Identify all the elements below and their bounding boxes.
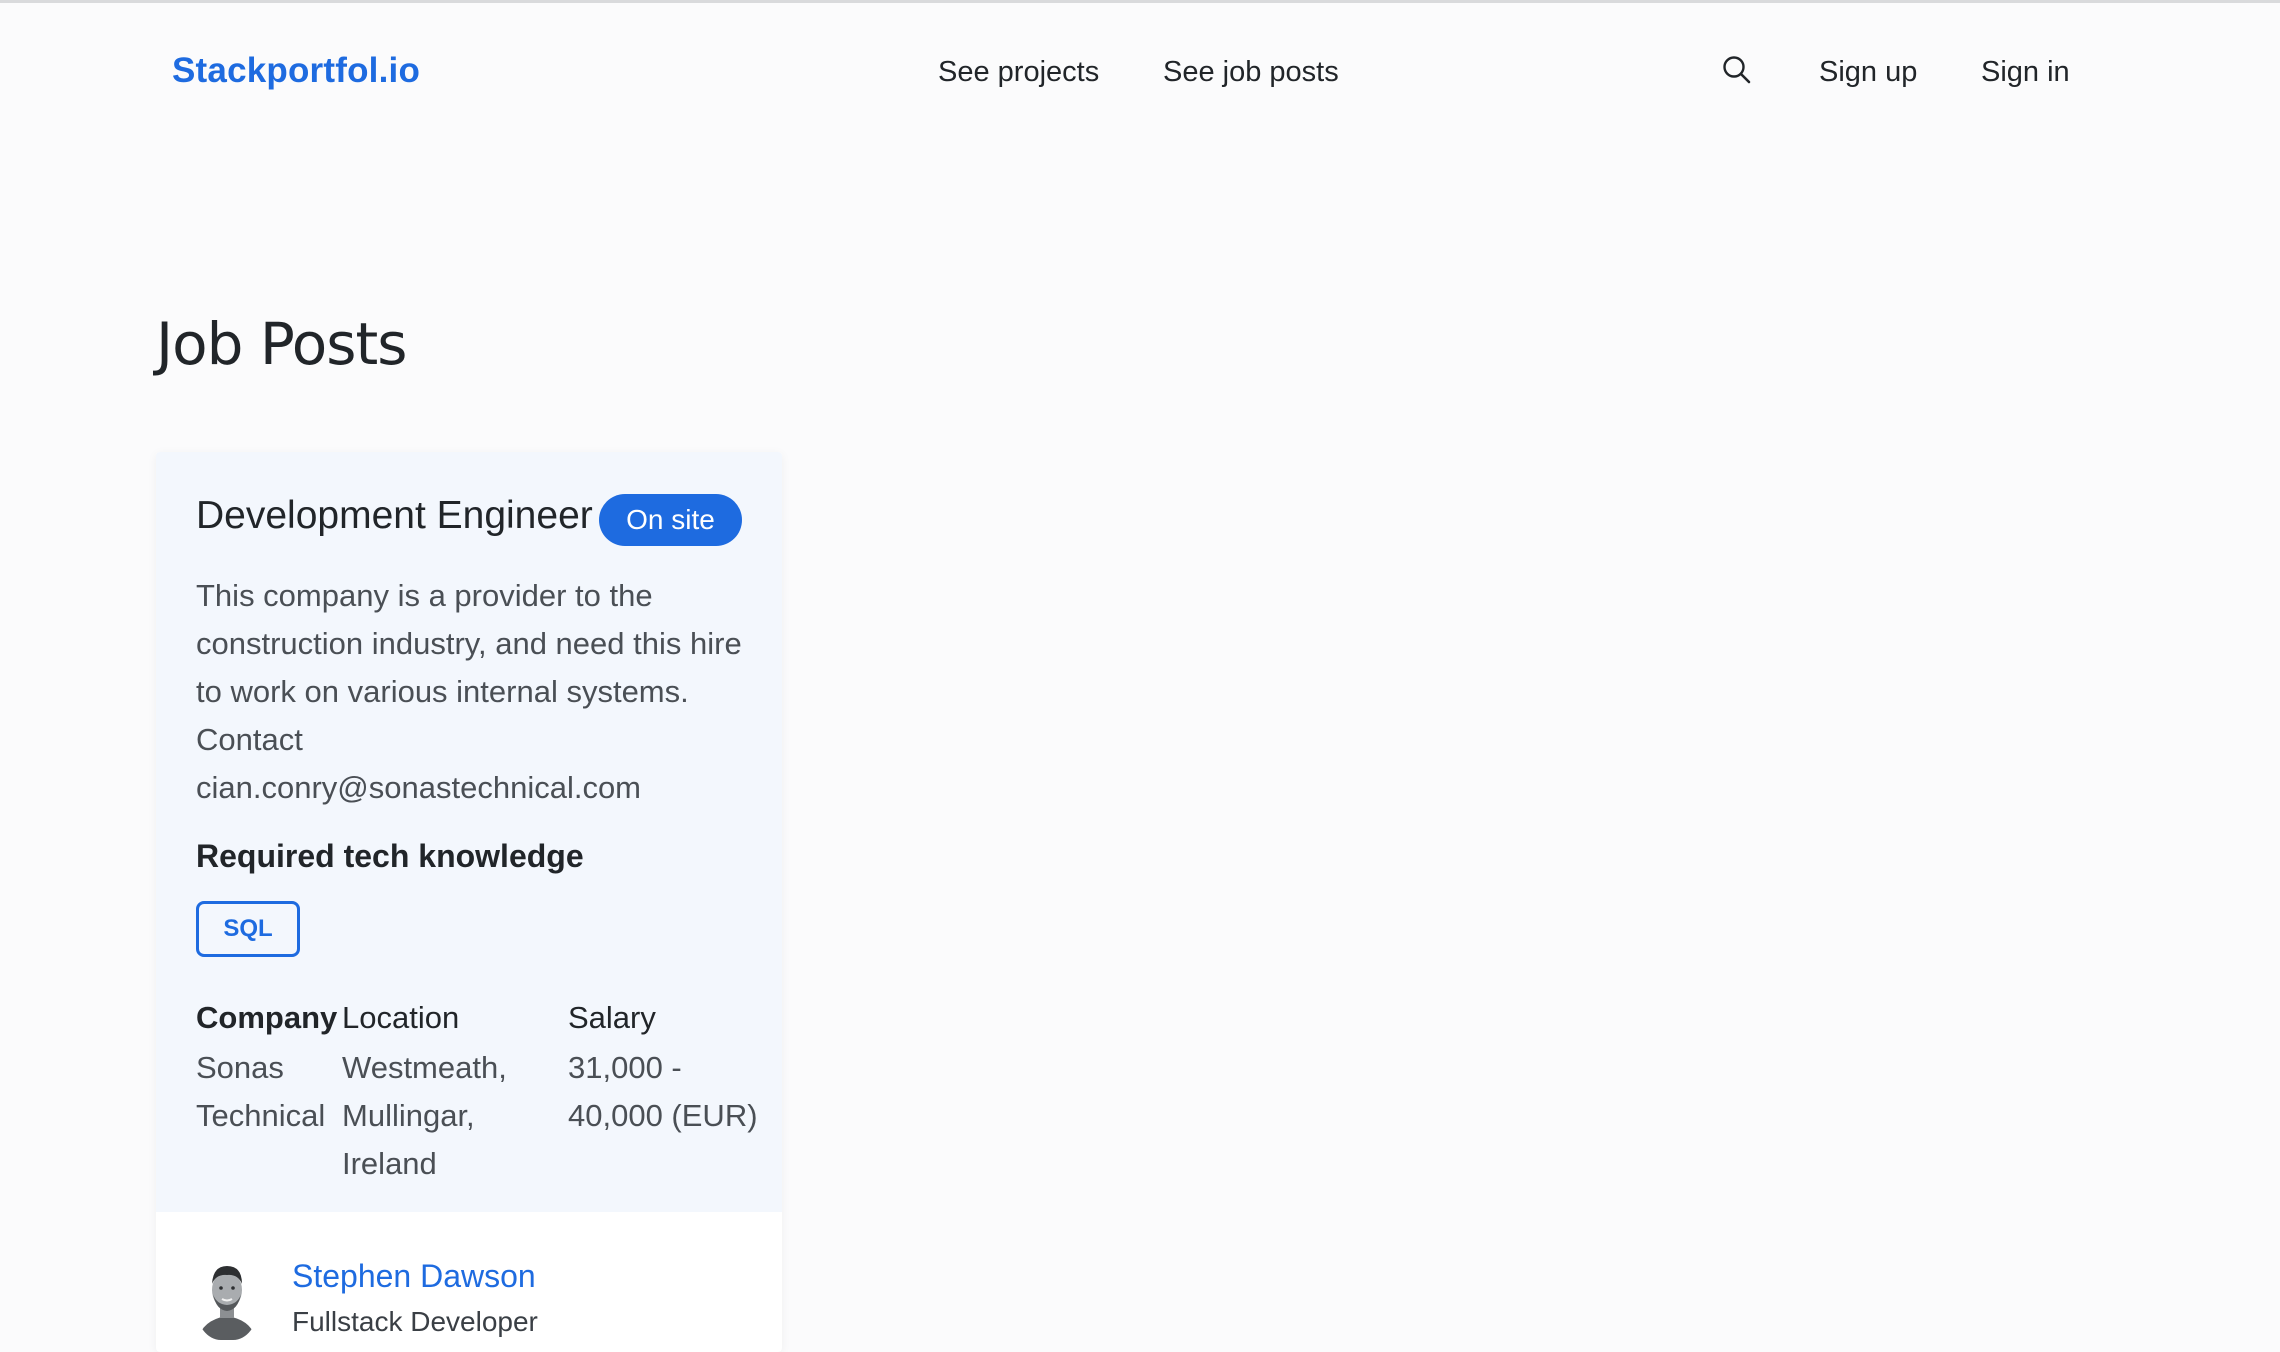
company-label: Company — [196, 1000, 338, 1035]
tech-tag-sql[interactable]: SQL — [196, 901, 300, 957]
page-title: Job Posts — [156, 310, 407, 378]
job-post-card-body: Development Engineer On site This compan… — [156, 452, 782, 1212]
author-name-link[interactable]: Stephen Dawson — [292, 1258, 536, 1295]
author-role: Fullstack Developer — [292, 1306, 538, 1337]
brand-logo-link[interactable]: Stackportfol.io — [172, 51, 420, 91]
avatar[interactable] — [196, 1258, 258, 1340]
salary-value: 31,000 - 40,000 (EUR) — [568, 1050, 758, 1133]
sign-up-link[interactable]: Sign up — [1819, 56, 1917, 89]
salary-label: Salary — [568, 1000, 656, 1035]
sign-in-link[interactable]: Sign in — [1981, 56, 2070, 89]
nav-see-job-posts[interactable]: See job posts — [1163, 56, 1339, 89]
search-icon[interactable] — [1721, 54, 1753, 86]
job-description: This company is a provider to the constr… — [196, 578, 742, 805]
search-icon-graphic — [1723, 56, 1751, 84]
location-label: Location — [342, 1000, 460, 1035]
nav-see-projects[interactable]: See projects — [938, 56, 1099, 89]
work-type-badge: On site — [599, 494, 742, 546]
navbar: Stackportfol.io See projects See job pos… — [0, 3, 2280, 141]
avatar-image — [196, 1258, 258, 1340]
job-post-card[interactable]: Development Engineer On site This compan… — [156, 452, 782, 1352]
job-title: Development Engineer — [196, 494, 593, 537]
location-value: Westmeath, Mullingar, Ireland — [342, 1050, 507, 1181]
company-value: Sonas Technical — [196, 1050, 326, 1133]
tech-heading: Required tech knowledge — [196, 838, 584, 874]
